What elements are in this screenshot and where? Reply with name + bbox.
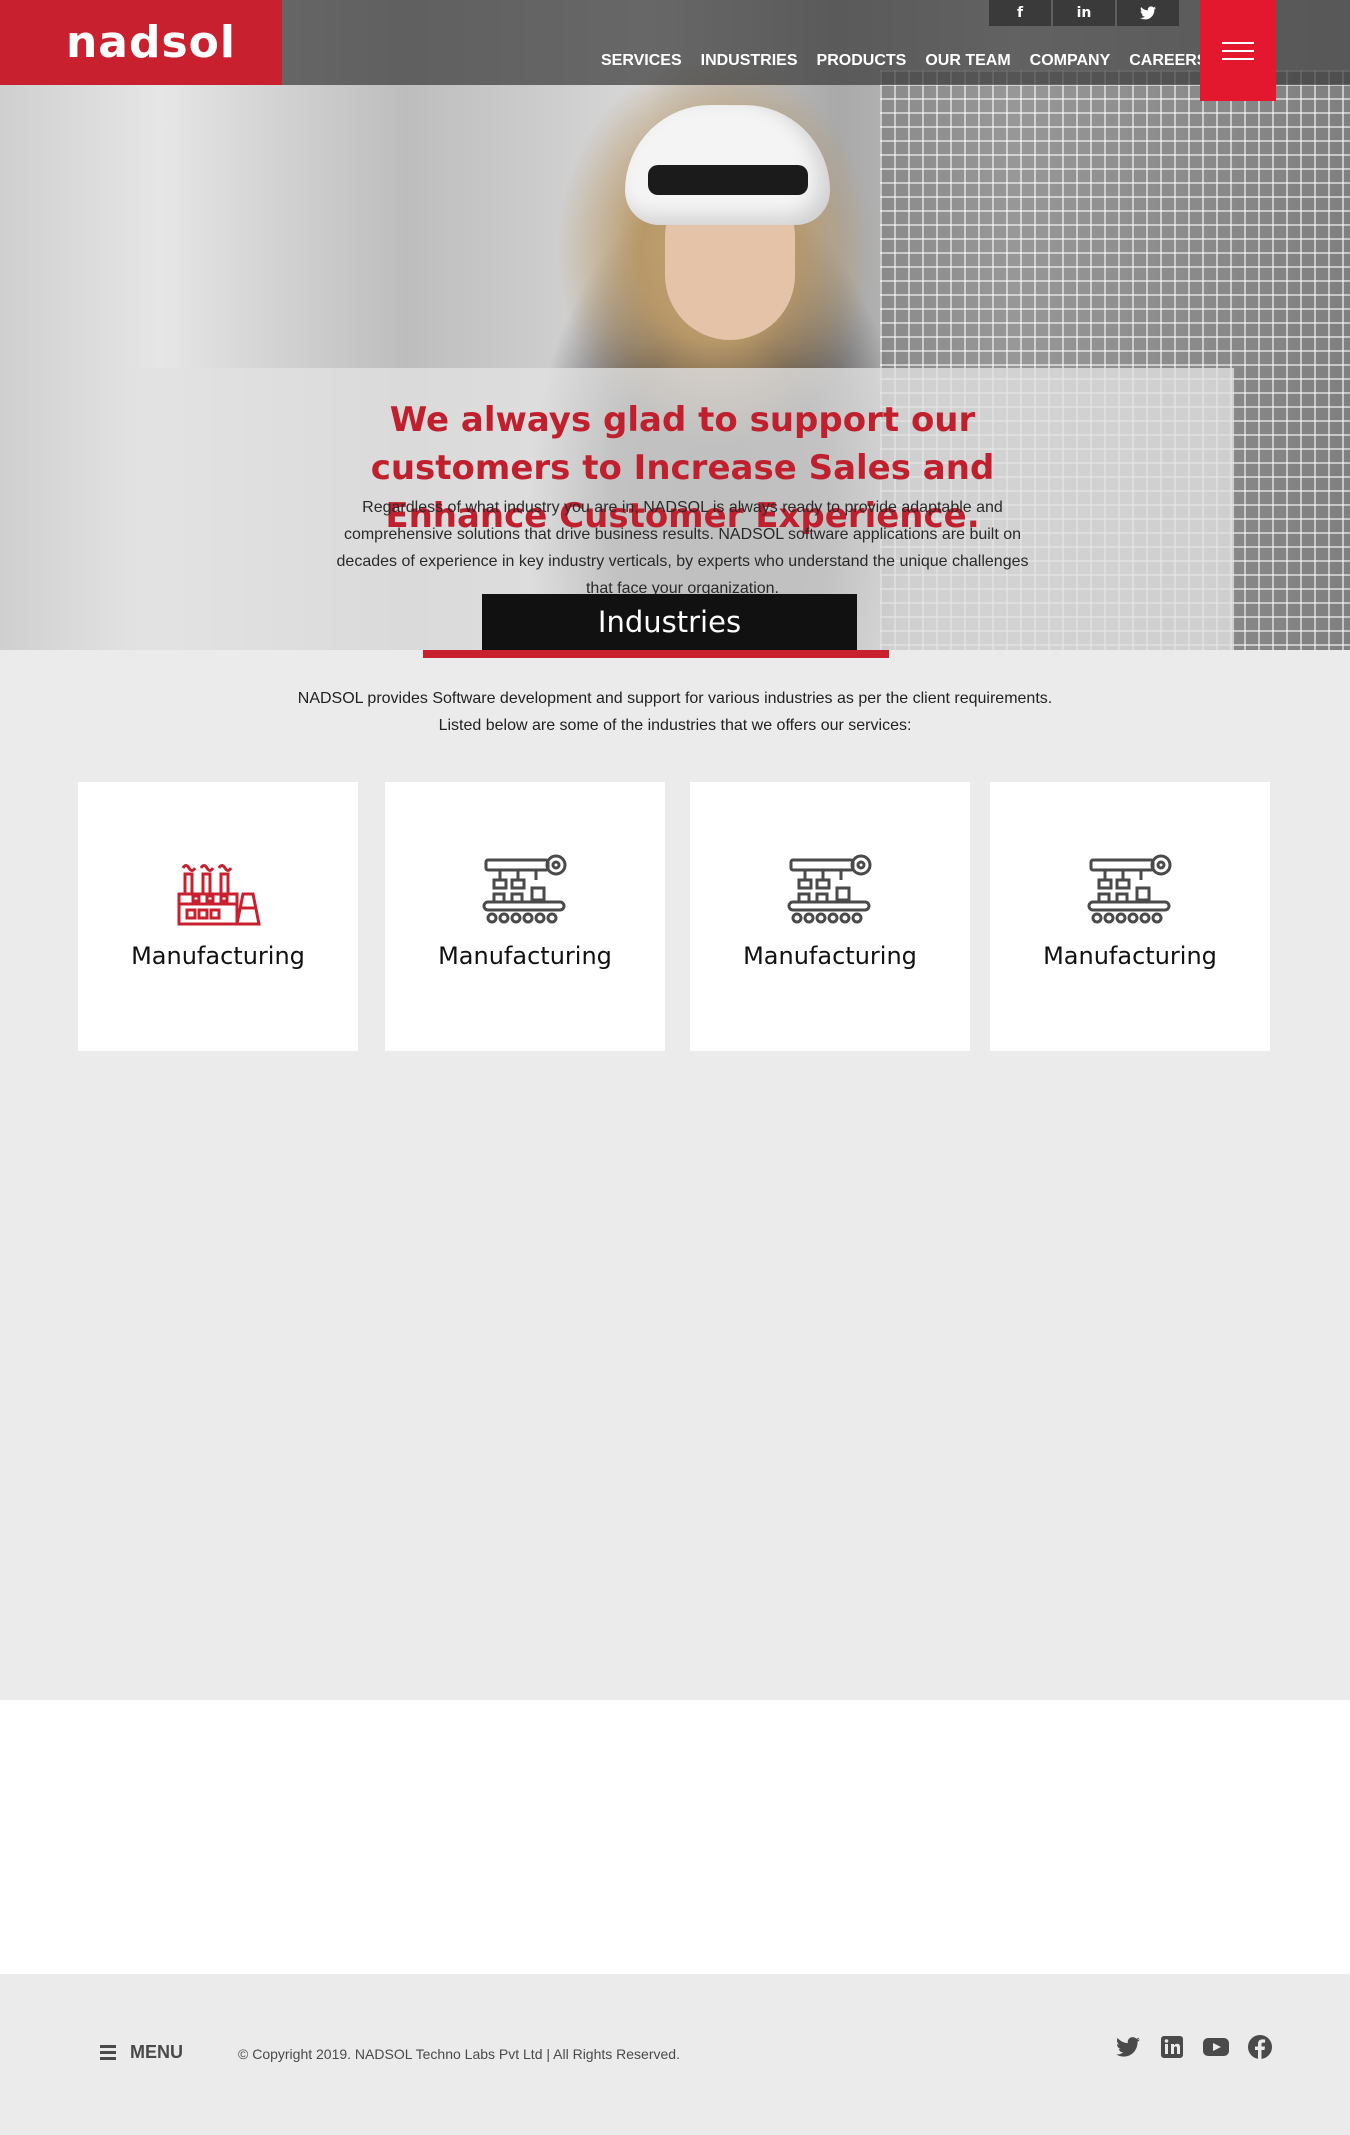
- footer-linkedin-link[interactable]: [1159, 2034, 1185, 2060]
- industry-card-label: Manufacturing: [743, 942, 917, 970]
- nav-company[interactable]: COMPANY: [1030, 52, 1111, 70]
- industries-intro: NADSOL provides Software development and…: [0, 685, 1350, 739]
- industry-card[interactable]: Manufacturing: [690, 782, 970, 1051]
- footer-twitter-link[interactable]: [1115, 2034, 1141, 2060]
- industry-card-label: Manufacturing: [1043, 942, 1217, 970]
- main-nav: SERVICES INDUSTRIES PRODUCTS OUR TEAM CO…: [601, 52, 1226, 70]
- youtube-icon: [1203, 2038, 1229, 2056]
- footer-menu-label: MENU: [130, 2042, 183, 2062]
- logo-text: nadsol: [65, 17, 236, 68]
- industry-card[interactable]: Manufacturing: [385, 782, 665, 1051]
- assembly-line-icon: [1087, 854, 1172, 924]
- facebook-link[interactable]: f: [989, 0, 1051, 26]
- industries-heading-tab: Industries: [482, 594, 857, 650]
- hero-hardhat-band: [648, 165, 808, 195]
- footer-menu-button[interactable]: MENU: [100, 2042, 183, 2063]
- footer-youtube-link[interactable]: [1203, 2034, 1229, 2060]
- linkedin-link[interactable]: in: [1053, 0, 1115, 26]
- facebook-icon: f: [1016, 5, 1024, 21]
- nav-products[interactable]: PRODUCTS: [817, 52, 907, 70]
- factory-icon: [177, 864, 261, 926]
- hero-description: Regardless of what industry you are in, …: [336, 499, 1029, 597]
- hamburger-icon-line: [1222, 49, 1254, 52]
- twitter-icon: [1116, 2037, 1140, 2057]
- hamburger-icon-line: [1222, 41, 1254, 44]
- heading-underline: [423, 650, 889, 658]
- intro-line-1: NADSOL provides Software development and…: [297, 690, 1053, 707]
- footer: MENU © Copyright 2019. NADSOL Techno Lab…: [0, 1974, 1350, 2135]
- facebook-icon: [1248, 2035, 1272, 2059]
- nav-industries[interactable]: INDUSTRIES: [701, 52, 798, 70]
- logo[interactable]: nadsol: [0, 0, 282, 85]
- header-social-links: f in: [989, 0, 1181, 26]
- hamburger-menu-button[interactable]: [1200, 0, 1276, 101]
- nav-services[interactable]: SERVICES: [601, 52, 682, 70]
- intro-line-2: Listed below are some of the industries …: [438, 717, 912, 734]
- linkedin-icon: [1161, 2036, 1183, 2058]
- nav-our-team[interactable]: OUR TEAM: [925, 52, 1010, 70]
- industry-card[interactable]: Manufacturing: [990, 782, 1270, 1051]
- nav-careers[interactable]: CAREERS: [1129, 52, 1207, 70]
- content-spacer: [0, 1700, 1350, 1974]
- assembly-line-icon: [787, 854, 872, 924]
- hamburger-icon-line: [1222, 57, 1254, 60]
- footer-social-links: [1115, 2034, 1291, 2060]
- twitter-link[interactable]: [1117, 0, 1179, 26]
- linkedin-icon: in: [1076, 5, 1092, 21]
- industry-card[interactable]: Manufacturing: [78, 782, 358, 1051]
- footer-facebook-link[interactable]: [1247, 2034, 1273, 2060]
- menu-icon: [100, 2042, 116, 2063]
- industry-card-label: Manufacturing: [438, 942, 612, 970]
- industry-card-label: Manufacturing: [131, 942, 305, 970]
- copyright-text: © Copyright 2019. NADSOL Techno Labs Pvt…: [238, 2046, 680, 2062]
- twitter-icon: [1140, 6, 1156, 20]
- assembly-line-icon: [482, 854, 567, 924]
